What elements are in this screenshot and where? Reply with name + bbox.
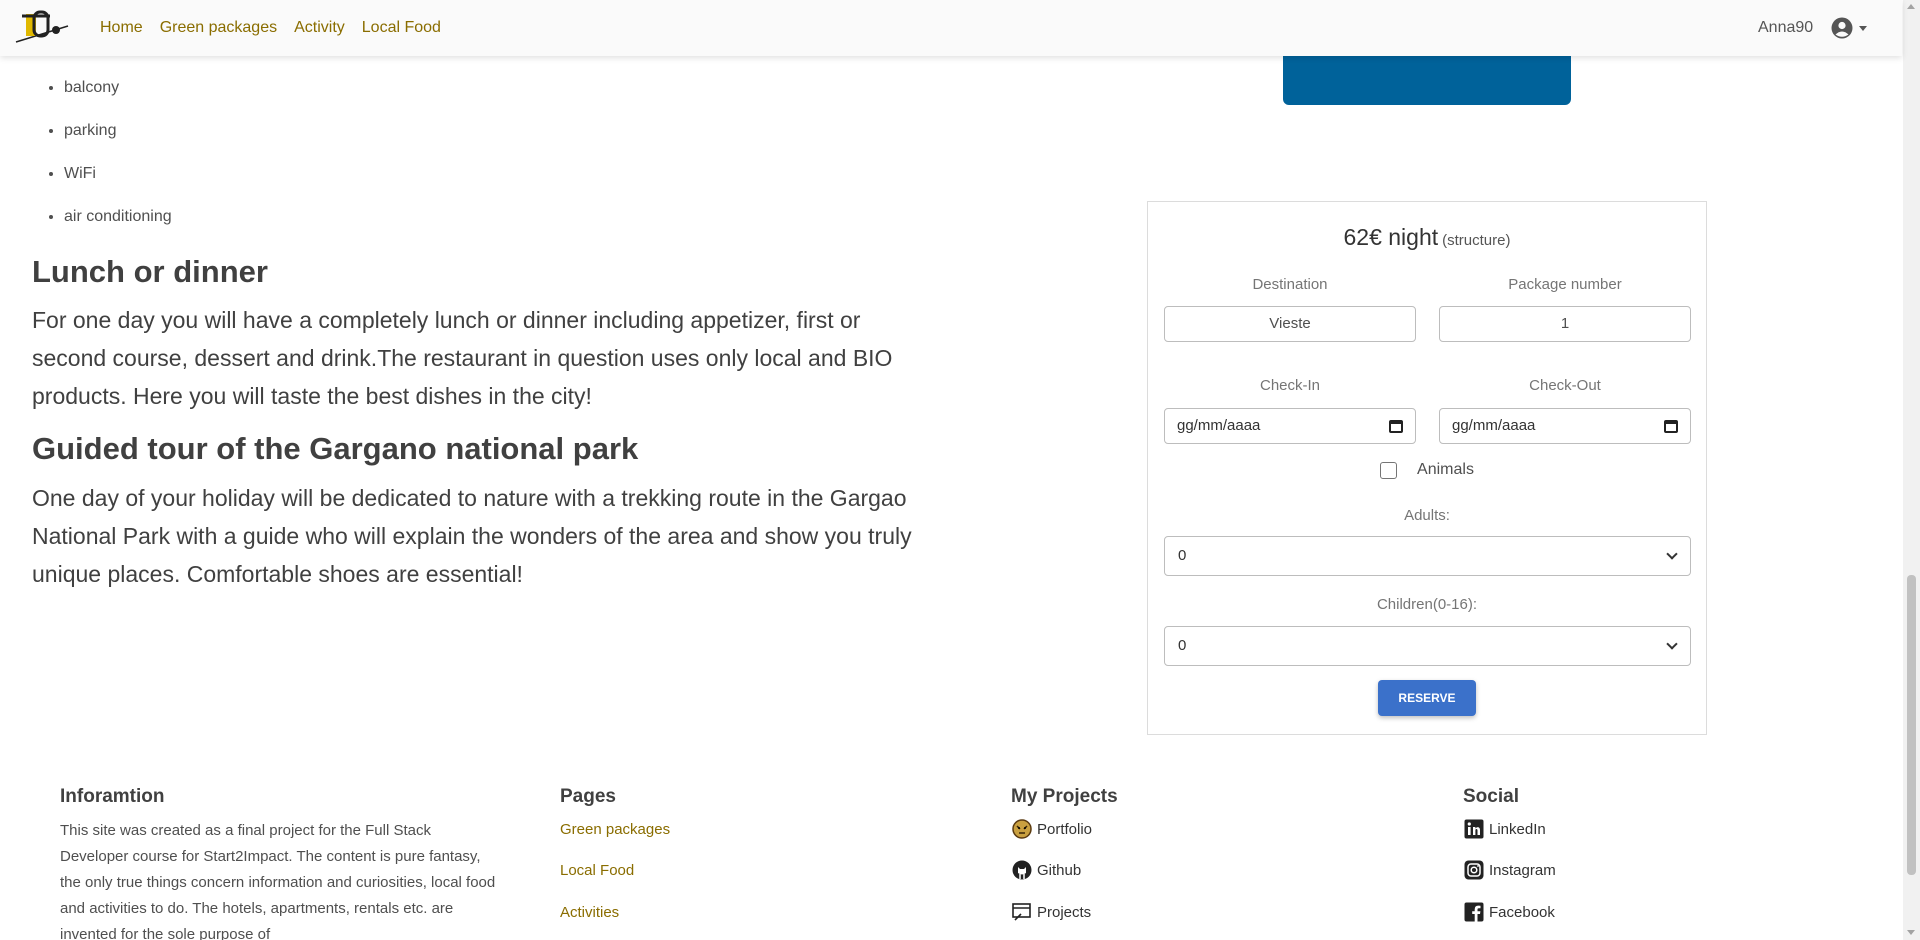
- scroll-thumb[interactable]: [1907, 575, 1916, 875]
- footer-link-github[interactable]: Github: [1011, 849, 1118, 891]
- user-menu: Anna90: [1758, 0, 1868, 56]
- reserve-button[interactable]: RESERVE: [1378, 680, 1476, 716]
- footer-link-linkedin[interactable]: LinkedIn: [1463, 809, 1556, 849]
- instagram-icon: [1463, 859, 1485, 881]
- footer-link-facebook[interactable]: Facebook: [1463, 891, 1556, 933]
- destination-field[interactable]: Vieste: [1164, 306, 1416, 342]
- page-scrollbar[interactable]: [1903, 0, 1920, 940]
- list-item: air conditioning: [64, 205, 172, 248]
- calendar-icon[interactable]: [1389, 420, 1403, 433]
- footer-social-title: Social: [1463, 786, 1519, 807]
- adults-select[interactable]: 0: [1164, 536, 1691, 576]
- footer-link-projects[interactable]: Projects: [1011, 891, 1118, 933]
- portfolio-label: Portfolio: [1037, 820, 1093, 838]
- footer-info: Inforamtion This site was created as a f…: [60, 786, 500, 940]
- lunch-title: Lunch or dinner: [32, 254, 268, 289]
- footer-projects: My Projects Portfolio Github Projects: [1011, 786, 1118, 933]
- username: Anna90: [1758, 19, 1814, 36]
- tour-text: One day of your holiday will be dedicate…: [32, 485, 912, 587]
- instagram-label: Instagram: [1489, 861, 1556, 879]
- animals-label: Animals: [1417, 461, 1474, 478]
- price: 62€ night: [1343, 224, 1439, 250]
- nav-green-packages[interactable]: Green packages: [160, 19, 277, 37]
- facebook-label: Facebook: [1489, 903, 1555, 921]
- package-number-field[interactable]: 1: [1439, 306, 1691, 342]
- price-note: (structure): [1442, 232, 1511, 249]
- animals-checkbox[interactable]: [1380, 461, 1398, 479]
- lunch-text: For one day you will have a completely l…: [32, 307, 893, 409]
- github-label: Github: [1037, 861, 1082, 879]
- facebook-icon: [1463, 901, 1485, 923]
- amenities-list: balcony parking WiFi air conditioning: [64, 76, 172, 248]
- nav-local-food[interactable]: Local Food: [362, 19, 441, 37]
- booking-card: 62€ night (structure) Destination Package…: [1147, 201, 1707, 735]
- checkin-label: Check-In: [1259, 377, 1321, 394]
- checkout-date-input[interactable]: gg/mm/aaaa: [1439, 408, 1691, 444]
- main-nav: Home Green packages Activity Local Food: [100, 0, 458, 56]
- chevron-down-icon: [1666, 548, 1678, 560]
- footer-pages-title: Pages: [560, 786, 616, 807]
- linkedin-label: LinkedIn: [1489, 820, 1546, 838]
- footer-link-activities[interactable]: Activities: [560, 891, 670, 933]
- navbar: Home Green packages Activity Local Food …: [0, 0, 1902, 56]
- footer-info-text: This site was created as a final project…: [60, 822, 496, 940]
- checkout-placeholder: gg/mm/aaaa: [1452, 417, 1536, 434]
- footer-link-local-food[interactable]: Local Food: [560, 849, 670, 891]
- chevron-down-icon: [1859, 25, 1868, 31]
- github-icon: [1011, 859, 1033, 881]
- list-item: balcony: [64, 76, 172, 119]
- destination-label: Destination: [1252, 276, 1328, 293]
- projects-label: Projects: [1037, 903, 1092, 921]
- list-item: parking: [64, 119, 172, 162]
- footer-link-portfolio[interactable]: Portfolio: [1011, 809, 1118, 849]
- calendar-icon[interactable]: [1664, 420, 1678, 433]
- checkin-placeholder: gg/mm/aaaa: [1177, 417, 1261, 434]
- package-label: Package number: [1508, 276, 1622, 293]
- animals-row: Animals: [1148, 461, 1706, 479]
- user-circle-icon: [1831, 17, 1853, 39]
- linkedin-icon: [1463, 818, 1485, 840]
- chevron-down-icon: [1666, 638, 1678, 650]
- footer-link-green-packages[interactable]: Green packages: [560, 809, 670, 849]
- footer-link-instagram[interactable]: Instagram: [1463, 849, 1556, 891]
- avatar-dropdown[interactable]: [1831, 17, 1868, 39]
- scroll-down-arrow-icon[interactable]: [1907, 930, 1915, 935]
- adults-value: 0: [1178, 547, 1187, 564]
- tour-title: Guided tour of the Gargano national park: [32, 431, 639, 466]
- children-value: 0: [1178, 637, 1187, 654]
- footer-pages: Pages Green packages Local Food Activiti…: [560, 786, 670, 933]
- checkin-date-input[interactable]: gg/mm/aaaa: [1164, 408, 1416, 444]
- list-item: WiFi: [64, 162, 172, 205]
- nav-home[interactable]: Home: [100, 19, 143, 37]
- projects-icon: [1011, 901, 1033, 923]
- site-logo[interactable]: [12, 8, 72, 46]
- footer-projects-title: My Projects: [1011, 786, 1118, 807]
- children-select[interactable]: 0: [1164, 626, 1691, 666]
- checkout-label: Check-Out: [1529, 377, 1601, 394]
- tiger-icon: [1011, 818, 1033, 840]
- children-label: Children(0-16):: [1376, 596, 1478, 613]
- nav-activity[interactable]: Activity: [294, 19, 345, 37]
- adults-label: Adults:: [1404, 507, 1450, 524]
- price-line: 62€ night (structure): [1148, 224, 1706, 251]
- footer-info-title: Inforamtion: [60, 786, 165, 807]
- footer-social: Social LinkedIn Instagram Facebook: [1463, 786, 1556, 933]
- scroll-up-arrow-icon[interactable]: [1907, 4, 1915, 9]
